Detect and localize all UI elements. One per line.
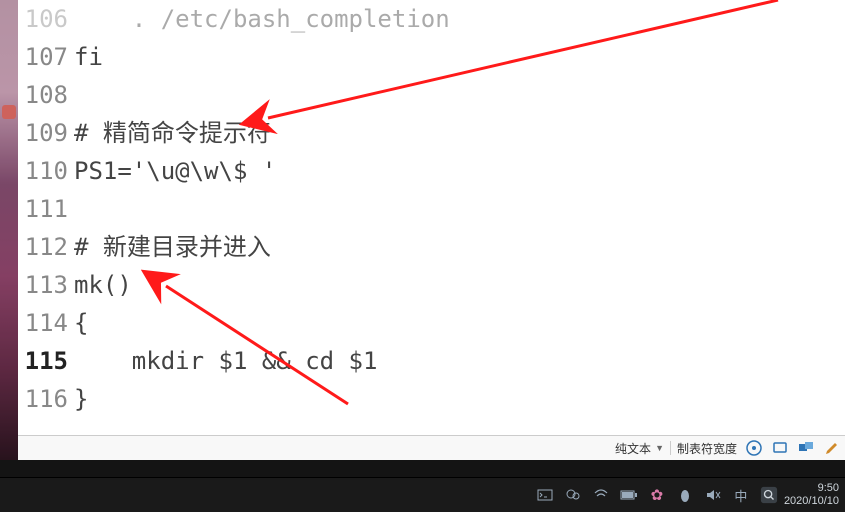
code-line[interactable]: 107fi [18, 38, 845, 76]
line-text: # 新建目录并进入 [74, 228, 271, 266]
line-number: 108 [18, 76, 74, 114]
line-number: 110 [18, 152, 74, 190]
terminal-icon[interactable] [536, 486, 554, 504]
line-text: mkdir $1 && cd $1 [74, 342, 377, 380]
line-number: 111 [18, 190, 74, 228]
code-line[interactable]: 108 [18, 76, 845, 114]
line-number: 115 [18, 342, 74, 380]
line-text: mk() [74, 266, 132, 304]
line-number: 107 [18, 38, 74, 76]
clock-time: 9:50 [818, 482, 839, 495]
text-editor-window: 106 . /etc/bash_completion107fi108109# 精… [18, 0, 845, 460]
clock-date: 2020/10/10 [784, 495, 839, 508]
code-line[interactable]: 114{ [18, 304, 845, 342]
line-text: fi [74, 38, 103, 76]
line-text: . /etc/bash_completion [74, 0, 450, 38]
penguin-icon[interactable] [676, 486, 694, 504]
code-line[interactable]: 109# 精简命令提示符 [18, 114, 845, 152]
flower-icon[interactable]: ✿ [648, 486, 666, 504]
line-text: PS1='\u@\w\$ ' [74, 152, 276, 190]
line-number: 109 [18, 114, 74, 152]
line-number: 113 [18, 266, 74, 304]
system-tray[interactable]: ✿ 中 [536, 486, 778, 504]
editor-statusbar: 纯文本 ▼ 制表符宽度 [18, 435, 845, 460]
pencil-icon[interactable] [823, 439, 841, 457]
line-number: 114 [18, 304, 74, 342]
battery-icon[interactable] [620, 486, 638, 504]
line-number: 106 [18, 0, 74, 38]
code-line[interactable]: 106 . /etc/bash_completion [18, 0, 845, 38]
code-line[interactable]: 113mk() [18, 266, 845, 304]
chevron-down-icon: ▼ [655, 443, 664, 453]
line-number: 112 [18, 228, 74, 266]
desktop-taskbar: ✿ 中 9:50 2020/10/10 [0, 477, 845, 512]
line-number: 116 [18, 380, 74, 418]
search-lens-icon[interactable] [760, 486, 778, 504]
separator [670, 441, 671, 455]
code-area[interactable]: 106 . /etc/bash_completion107fi108109# 精… [18, 0, 845, 436]
code-line[interactable]: 111 [18, 190, 845, 228]
disk-icon[interactable] [745, 439, 763, 457]
line-text: } [74, 380, 88, 418]
device-icon[interactable] [771, 439, 789, 457]
code-line[interactable]: 110PS1='\u@\w\$ ' [18, 152, 845, 190]
code-line[interactable]: 112# 新建目录并进入 [18, 228, 845, 266]
taskbar-clock[interactable]: 9:50 2020/10/10 [784, 482, 839, 508]
wifi-icon[interactable] [592, 486, 610, 504]
chat-icon[interactable] [564, 486, 582, 504]
volume-mute-icon[interactable] [704, 486, 722, 504]
line-text: { [74, 304, 88, 342]
launcher-strip [0, 0, 18, 460]
code-line[interactable]: 115 mkdir $1 && cd $1 [18, 342, 845, 380]
tab-width-label[interactable]: 制表符宽度 [677, 440, 737, 457]
syntax-mode-label[interactable]: 纯文本 [615, 440, 651, 457]
code-line[interactable]: 116} [18, 380, 845, 418]
window-icon[interactable] [797, 439, 815, 457]
line-text: # 精简命令提示符 [74, 114, 271, 152]
ime-indicator[interactable]: 中 [732, 486, 750, 504]
